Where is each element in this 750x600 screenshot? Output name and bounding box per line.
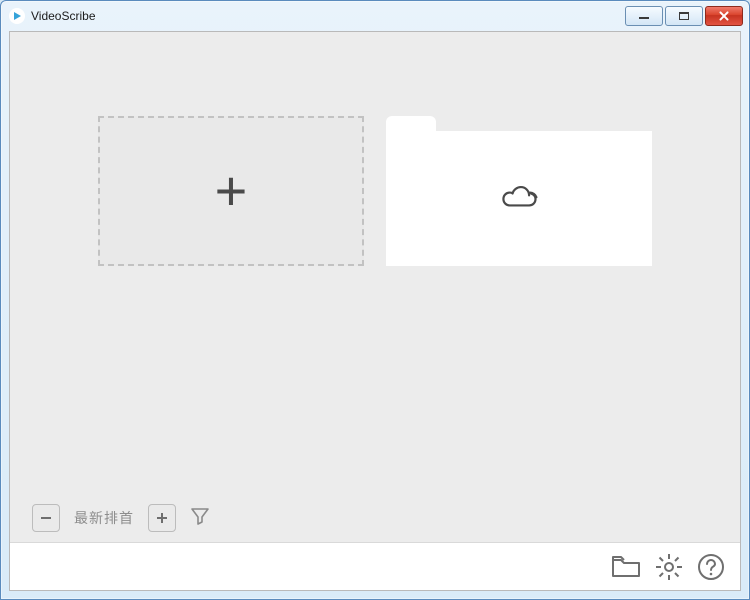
bottom-bar (10, 542, 740, 590)
window-title: VideoScribe (31, 9, 625, 23)
project-controls: 最新排首 (32, 504, 210, 532)
new-scribe-tile[interactable]: + (98, 116, 364, 266)
projects-grid: + (10, 32, 740, 490)
gear-icon (654, 552, 684, 582)
folder-icon (610, 553, 642, 581)
minus-icon (39, 511, 53, 525)
close-icon (718, 11, 730, 21)
maximize-icon (679, 12, 689, 20)
sort-label: 最新排首 (74, 508, 134, 528)
app-window: VideoScribe + (0, 0, 750, 600)
window-controls (625, 6, 743, 26)
open-folder-button[interactable] (610, 553, 642, 581)
funnel-icon (190, 506, 210, 526)
client-area: + 最新排首 (9, 31, 741, 591)
cloud-icon (497, 181, 541, 217)
plus-small-icon (155, 511, 169, 525)
close-button[interactable] (705, 6, 743, 26)
help-button[interactable] (696, 552, 726, 582)
zoom-out-button[interactable] (32, 504, 60, 532)
plus-icon: + (215, 163, 248, 219)
maximize-button[interactable] (665, 6, 703, 26)
titlebar[interactable]: VideoScribe (1, 1, 749, 31)
filter-button[interactable] (190, 506, 210, 531)
app-icon (9, 8, 25, 24)
zoom-in-button[interactable] (148, 504, 176, 532)
cloud-folder-tile[interactable] (386, 116, 652, 266)
settings-button[interactable] (654, 552, 684, 582)
folder-body (386, 131, 652, 266)
minimize-button[interactable] (625, 6, 663, 26)
minimize-icon (639, 17, 649, 19)
help-icon (696, 552, 726, 582)
